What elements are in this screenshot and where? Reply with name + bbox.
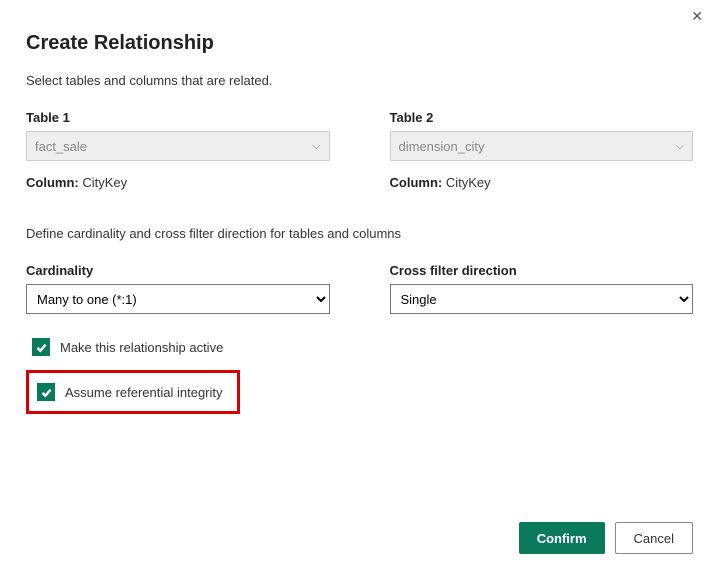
active-checkbox[interactable]	[32, 338, 50, 356]
table1-column-label: Column:	[26, 175, 79, 190]
active-checkbox-row: Make this relationship active	[32, 338, 693, 356]
table1-section: Table 1 fact_sale ⌵ Column: CityKey	[26, 110, 330, 190]
cardinality-row: Cardinality Many to one (*:1) Cross filt…	[26, 263, 693, 314]
table2-value: dimension_city	[399, 139, 485, 154]
active-checkbox-label: Make this relationship active	[60, 340, 223, 355]
crossfilter-select[interactable]: Single	[390, 284, 694, 314]
confirm-button[interactable]: Confirm	[519, 522, 605, 554]
define-text: Define cardinality and cross filter dire…	[26, 226, 693, 241]
table2-label: Table 2	[390, 110, 694, 125]
integrity-highlight: Assume referential integrity	[26, 370, 240, 414]
table1-label: Table 1	[26, 110, 330, 125]
crossfilter-section: Cross filter direction Single	[390, 263, 694, 314]
check-icon	[40, 386, 53, 399]
table2-column-value: CityKey	[446, 175, 491, 190]
cardinality-label: Cardinality	[26, 263, 330, 278]
chevron-down-icon: ⌵	[312, 140, 320, 153]
table2-column-label: Column:	[390, 175, 443, 190]
tables-row: Table 1 fact_sale ⌵ Column: CityKey Tabl…	[26, 110, 693, 190]
table2-select: dimension_city ⌵	[390, 131, 694, 161]
check-icon	[35, 341, 48, 354]
table1-column-value: CityKey	[82, 175, 127, 190]
chevron-down-icon: ⌵	[676, 140, 684, 153]
table1-value: fact_sale	[35, 139, 87, 154]
table1-column-line: Column: CityKey	[26, 175, 330, 190]
table1-select: fact_sale ⌵	[26, 131, 330, 161]
close-icon[interactable]: ✕	[691, 8, 703, 25]
dialog-title: Create Relationship	[26, 32, 693, 55]
integrity-checkbox[interactable]	[37, 383, 55, 401]
table2-column-line: Column: CityKey	[390, 175, 694, 190]
dialog-footer: Confirm Cancel	[519, 522, 693, 554]
table2-section: Table 2 dimension_city ⌵ Column: CityKey	[390, 110, 694, 190]
cancel-button[interactable]: Cancel	[615, 522, 693, 554]
cardinality-select[interactable]: Many to one (*:1)	[26, 284, 330, 314]
crossfilter-label: Cross filter direction	[390, 263, 694, 278]
integrity-checkbox-label: Assume referential integrity	[65, 385, 223, 400]
dialog-subtitle: Select tables and columns that are relat…	[26, 73, 693, 88]
cardinality-section: Cardinality Many to one (*:1)	[26, 263, 330, 314]
